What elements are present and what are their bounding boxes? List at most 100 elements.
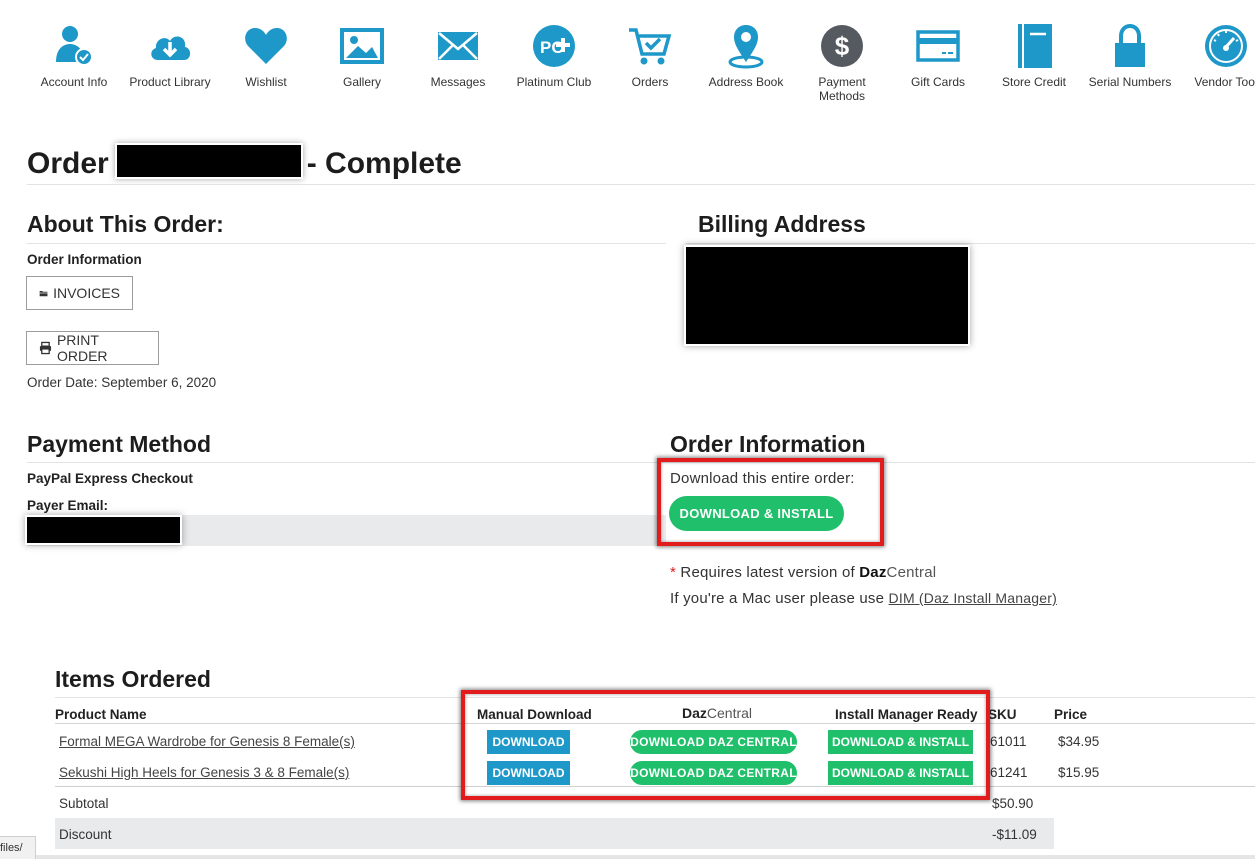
table-header-divider [55,723,1255,724]
manual-download-button[interactable]: DOWNLOAD [487,761,570,785]
map-pin-icon [728,25,764,69]
platinum-club-icon: PC [533,25,575,67]
nav-item-serial-numbers[interactable]: Serial Numbers [1082,22,1178,89]
download-install-button[interactable]: DOWNLOAD & INSTALL [828,761,973,785]
order-info-heading: Order Information [670,431,866,457]
nav-item-gift-cards[interactable]: Gift Cards [890,22,986,89]
col-manual-download: Manual Download [477,707,592,722]
page-title-prefix: Order [27,147,109,180]
download-daz-central-label: DOWNLOAD DAZ CENTRAL [630,735,797,749]
horizontal-scrollbar[interactable] [36,855,1255,859]
nav-label: Account Info [40,75,108,89]
about-heading: About This Order: [27,211,224,237]
payment-method-value: PayPal Express Checkout [27,471,193,486]
nav-label: Wishlist [245,75,287,89]
nav-label: Orders [631,75,669,89]
download-install-order-button[interactable]: DOWNLOAD & INSTALL [669,496,844,531]
download-install-button[interactable]: DOWNLOAD & INSTALL [828,730,973,754]
download-daz-central-label: DOWNLOAD DAZ CENTRAL [630,766,797,780]
page-title-suffix: - Complete [306,147,462,180]
browser-status-url: files/ [0,836,36,859]
title-divider [27,184,1255,185]
about-divider [27,243,666,244]
svg-text:PC: PC [540,38,564,57]
requires-note: * Requires latest version of DazCentral [670,564,936,581]
print-order-label: PRINT ORDER [56,332,108,364]
nav-label: Store Credit [1001,75,1067,89]
price-value: $15.95 [1058,765,1100,780]
billing-divider [686,243,1255,244]
nav-item-gallery[interactable]: Gallery [314,22,410,89]
required-asterisk: * [670,564,677,581]
redacted-order-number [116,145,301,177]
nav-item-product-library[interactable]: Product Library [122,22,218,89]
nav-item-messages[interactable]: Messages [410,22,506,89]
manual-download-button[interactable]: DOWNLOAD [487,730,570,754]
discount-label: Discount [59,827,112,842]
status-url-text: files/ [0,842,23,854]
nav-item-account-info[interactable]: Account Info [26,22,122,89]
product-link[interactable]: Formal MEGA Wardrobe for Genesis 8 Femal… [59,734,355,749]
requires-text: Requires latest version of [680,564,855,581]
heart-icon [245,28,287,64]
svg-text:$: $ [835,31,850,61]
download-install-label: DOWNLOAD & INSTALL [831,766,970,780]
sku-value: 61011 [990,734,1027,749]
daz-logo-bold: Daz [682,705,707,721]
col-daz-central: DazCentral [682,705,752,721]
image-icon [340,28,384,64]
redacted-payer-email [27,517,180,543]
invoices-label: INVOICES [53,285,120,301]
col-product-name: Product Name [55,707,147,722]
billing-heading: Billing Address [698,211,866,237]
price-value: $34.95 [1058,734,1100,749]
nav-label: Platinum Club [516,75,592,89]
items-heading: Items Ordered [55,666,211,692]
download-daz-central-button[interactable]: DOWNLOAD DAZ CENTRAL [630,730,797,754]
payment-heading: Payment Method [27,431,212,457]
nav-label: Gallery [342,75,381,89]
nav-item-wishlist[interactable]: Wishlist [218,22,314,89]
order-date: Order Date: September 6, 2020 [27,375,217,390]
nav-item-platinum-club[interactable]: PC Platinum Club [506,22,602,89]
nav-label: Vendor Tool [1194,75,1255,89]
nav-item-orders[interactable]: Orders [602,22,698,89]
redacted-billing-address [686,247,968,344]
mac-note: If you're a Mac user please use DIM (Daz… [670,590,1057,607]
download-order-text: Download this entire order: [670,470,855,487]
download-install-label: DOWNLOAD & INSTALL [831,735,970,749]
folder-icon [39,291,48,297]
subtotal-value: $50.90 [992,796,1034,811]
nav-item-payment-methods[interactable]: $ Payment Methods [794,22,890,103]
cloud-download-icon [151,36,191,60]
nav-label: Serial Numbers [1088,75,1172,89]
daz-logo-light: Central [886,564,937,581]
daz-central-logo: DazCentral [859,564,936,581]
order-information-label: Order Information [27,252,142,267]
printer-icon [39,341,52,355]
rows-divider [55,786,1255,787]
nav-item-store-credit[interactable]: Store Credit [986,22,1082,89]
discount-value: -$11.09 [992,827,1037,842]
gauge-icon [1205,25,1247,67]
download-daz-central-button[interactable]: DOWNLOAD DAZ CENTRAL [630,761,797,785]
col-sku: SKU [988,707,1017,722]
subtotal-label: Subtotal [59,796,109,811]
credit-card-icon [916,30,960,62]
lock-icon [1115,23,1145,67]
manual-download-label: DOWNLOAD [492,735,565,749]
nav-label: Product Library [129,75,211,89]
product-link[interactable]: Sekushi High Heels for Genesis 3 & 8 Fem… [59,765,349,780]
print-order-button[interactable]: PRINT ORDER [26,331,159,365]
discount-row [55,818,1054,849]
nav-label: Gift Cards [910,75,965,89]
page-title: Order - Complete [27,145,462,181]
dim-link[interactable]: DIM (Daz Install Manager) [889,590,1057,606]
payer-email-label: Payer Email: [27,498,109,513]
payment-divider [27,462,1255,463]
mac-text: If you're a Mac user please use [670,590,885,607]
sku-value: 61241 [990,765,1028,780]
nav-item-vendor-tool[interactable]: Vendor Tool [1178,22,1255,89]
nav-item-address-book[interactable]: Address Book [698,22,794,89]
invoices-button[interactable]: INVOICES [26,276,133,310]
